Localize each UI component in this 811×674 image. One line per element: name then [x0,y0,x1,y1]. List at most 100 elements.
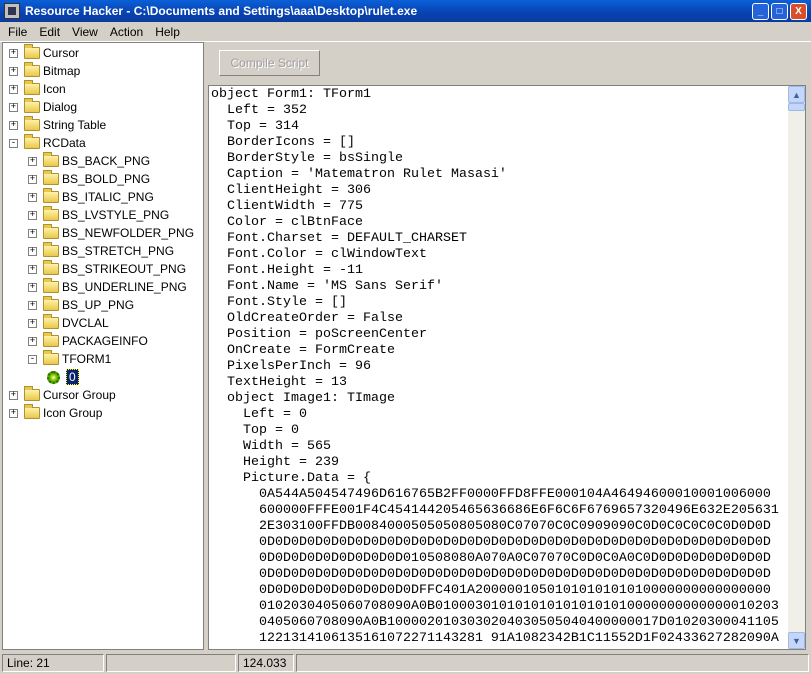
folder-icon [24,80,40,95]
tree-item-label: String Table [43,118,107,132]
tree-item[interactable]: + PACKAGEINFO [28,332,148,350]
tree-item[interactable]: + BS_BACK_PNG [28,152,150,170]
code-line: ClientWidth = 775 [211,199,363,214]
tree-item-label: Icon Group [43,406,103,420]
tree-item[interactable]: + Icon [9,80,66,98]
expand-icon[interactable]: + [9,102,18,112]
tree-item[interactable]: 0 [47,368,79,386]
menu-action[interactable]: Action [104,25,149,39]
expand-icon[interactable]: + [28,156,37,166]
code-line: OnCreate = FormCreate [211,343,395,358]
code-line: Left = 352 [211,103,307,118]
expand-icon[interactable]: + [28,228,37,238]
tree-item[interactable]: + Cursor Group [9,386,116,404]
menu-bar: File Edit View Action Help [0,22,811,42]
tree-item[interactable]: + BS_STRIKEOUT_PNG [28,260,186,278]
code-line: Font.Name = 'MS Sans Serif' [211,279,443,294]
code-line: 0A544A504547496D616765B2FF0000FFD8FFE000… [211,487,771,502]
tree-item[interactable]: + BS_UNDERLINE_PNG [28,278,187,296]
folder-icon [24,62,40,77]
scroll-up-button[interactable]: ▲ [788,86,805,103]
tree-item[interactable]: + Dialog [9,98,77,116]
code-line: 0D0D0D0D0D0D0D0D0D010508080A070A0C07070C… [211,551,771,566]
code-line: Height = 239 [211,455,339,470]
code-line: Font.Charset = DEFAULT_CHARSET [211,231,467,246]
code-line: 1221314106135161072271143281 91A1082342B… [211,631,779,646]
resource-icon [47,370,60,384]
tree-item[interactable]: + BS_BOLD_PNG [28,170,150,188]
vertical-scrollbar[interactable]: ▲ ▼ [788,86,805,649]
script-text[interactable]: object Form1: TForm1 Left = 352 Top = 31… [211,87,779,647]
minimize-button[interactable]: _ [752,3,769,20]
folder-icon [43,206,59,221]
code-line: OldCreateOrder = False [211,311,403,326]
menu-edit[interactable]: Edit [33,25,66,39]
status-rest [296,654,809,672]
code-line: BorderIcons = [] [211,135,355,150]
tree-item[interactable]: + BS_STRETCH_PNG [28,242,174,260]
menu-file[interactable]: File [2,25,33,39]
status-line: Line: 21 [2,654,104,672]
folder-icon [43,278,59,293]
expand-icon[interactable]: + [9,120,18,130]
resource-tree[interactable]: + Cursor + Bitmap + Icon + Dialog + String Table -… [2,42,204,650]
tree-item[interactable]: + BS_UP_PNG [28,296,134,314]
expand-icon[interactable]: + [9,390,18,400]
expand-icon[interactable]: + [28,264,37,274]
tree-item-label: BS_BACK_PNG [62,154,151,168]
tree-item-label: BS_STRIKEOUT_PNG [62,262,187,276]
tree-item-label: TFORM1 [62,352,112,366]
tree-item-label: BS_LVSTYLE_PNG [62,208,170,222]
tree-item[interactable]: + BS_ITALIC_PNG [28,188,154,206]
status-bar: Line: 21 124.033 [0,652,811,674]
folder-icon [43,224,59,239]
tree-item[interactable]: + Cursor [9,44,79,62]
code-line: 2E303100FFDB0084000505050805080C07070C0C… [211,519,771,534]
collapse-icon[interactable]: - [9,138,18,148]
folder-icon [24,116,40,131]
folder-icon [43,350,59,365]
compile-script-button[interactable]: Compile Script [219,50,320,76]
scroll-thumb[interactable] [788,103,805,111]
code-line: Left = 0 [211,407,307,422]
code-line: Position = poScreenCenter [211,327,427,342]
menu-help[interactable]: Help [149,25,186,39]
expand-icon[interactable]: + [28,174,37,184]
tree-item-label: Cursor [43,46,80,60]
expand-icon[interactable]: + [9,66,18,76]
code-line: 0D0D0D0D0D0D0D0D0D0D0D0D0D0D0D0D0D0D0D0D… [211,567,771,582]
script-editor[interactable]: object Form1: TForm1 Left = 352 Top = 31… [208,85,806,650]
scroll-down-button[interactable]: ▼ [788,632,805,649]
expand-icon[interactable]: + [28,318,37,328]
tree-item[interactable]: - TFORM1 [28,350,111,368]
expand-icon[interactable]: + [9,48,18,58]
folder-icon [24,44,40,59]
expand-icon[interactable]: + [28,300,37,310]
tree-item[interactable]: + DVCLAL [28,314,109,332]
expand-icon[interactable]: + [28,282,37,292]
folder-icon [43,260,59,275]
code-line: Top = 0 [211,423,299,438]
tree-item[interactable]: + BS_LVSTYLE_PNG [28,206,169,224]
menu-view[interactable]: View [66,25,104,39]
expand-icon[interactable]: + [28,210,37,220]
tree-item[interactable]: - RCData [9,134,86,152]
tree-item[interactable]: + Icon Group [9,404,102,422]
expand-icon[interactable]: + [28,246,37,256]
expand-icon[interactable]: + [28,336,37,346]
folder-icon [43,296,59,311]
tree-item[interactable]: + Bitmap [9,62,80,80]
folder-icon [43,332,59,347]
expand-icon[interactable]: + [9,408,18,418]
collapse-icon[interactable]: - [28,354,37,364]
folder-icon [43,152,59,167]
tree-item[interactable]: + String Table [9,116,106,134]
maximize-button[interactable]: □ [771,3,788,20]
tree-item-label: BS_UNDERLINE_PNG [62,280,187,294]
tree-item-label: Bitmap [43,64,81,78]
tree-item-label: DVCLAL [62,316,109,330]
expand-icon[interactable]: + [9,84,18,94]
expand-icon[interactable]: + [28,192,37,202]
close-button[interactable]: X [790,3,807,20]
tree-item[interactable]: + BS_NEWFOLDER_PNG [28,224,194,242]
